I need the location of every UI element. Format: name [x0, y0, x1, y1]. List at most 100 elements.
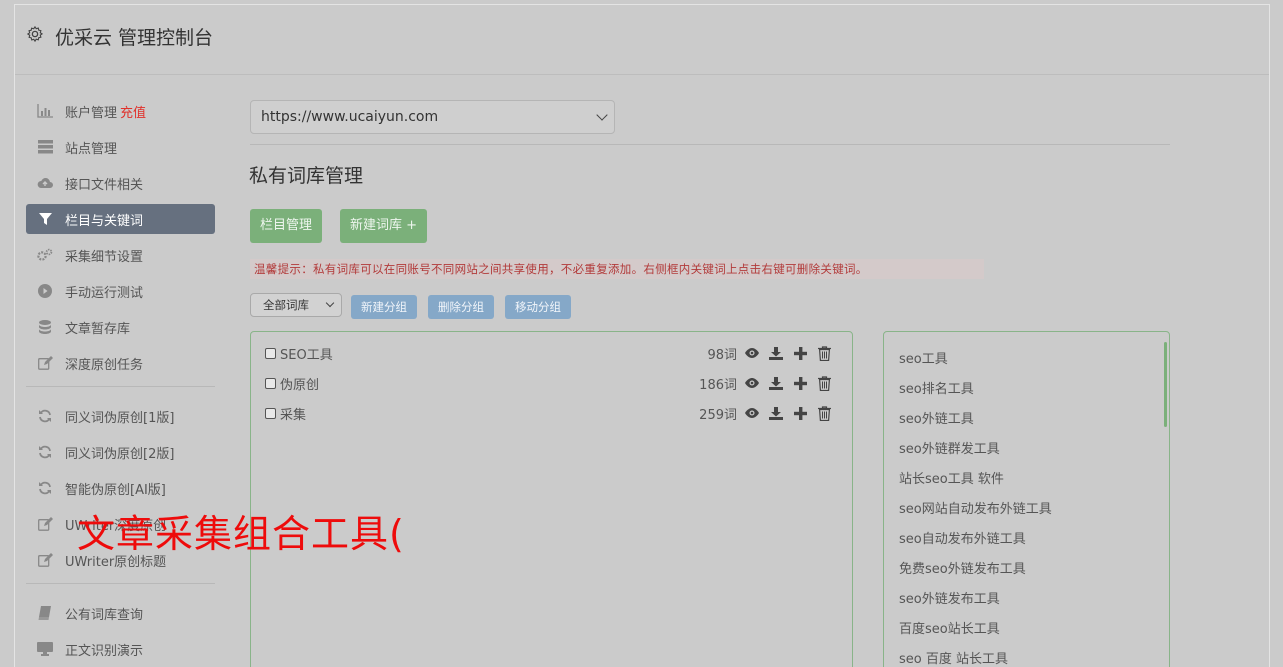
- edit-icon: [37, 516, 53, 532]
- library-name[interactable]: 伪原创: [280, 374, 319, 393]
- keyword-item[interactable]: seo外链群发工具: [899, 438, 1000, 457]
- play-circle-icon: [37, 283, 53, 299]
- keyword-item[interactable]: seo 百度 站长工具: [899, 648, 1008, 667]
- sidebar-item-label: 账户管理: [65, 105, 118, 121]
- new-group-button[interactable]: 新建分组: [351, 295, 417, 319]
- app-title: 优采云 管理控制台: [55, 27, 214, 49]
- keyword-item[interactable]: 站长seo工具 软件: [899, 468, 1004, 487]
- sidebar-item-label: 站点管理: [65, 141, 118, 157]
- trash-icon[interactable]: [816, 375, 832, 391]
- list-item: SEO工具 98词: [265, 341, 840, 365]
- sidebar-item-public-library[interactable]: 公有词库查询: [26, 598, 215, 628]
- filter-icon: [37, 211, 53, 227]
- library-name[interactable]: 采集: [280, 404, 306, 423]
- sidebar-item-deep-original[interactable]: 深度原创任务: [26, 348, 215, 378]
- library-count: 186词: [699, 377, 737, 393]
- download-icon[interactable]: [768, 375, 784, 391]
- download-icon[interactable]: [768, 345, 784, 361]
- book-icon: [37, 605, 53, 621]
- eye-icon[interactable]: [744, 375, 760, 391]
- gear-icon: [26, 25, 44, 43]
- database-icon: [37, 319, 53, 335]
- sidebar-item-columns-keywords[interactable]: 栏目与关键词: [26, 204, 215, 234]
- keyword-item[interactable]: seo网站自动发布外链工具: [899, 498, 1052, 517]
- column-manage-button[interactable]: 栏目管理: [250, 209, 323, 243]
- sidebar-item-sites[interactable]: 站点管理: [26, 132, 215, 162]
- app-header: 优采云 管理控制台: [15, 5, 1269, 75]
- sidebar-item-label: 采集细节设置: [65, 249, 144, 265]
- sidebar-item-collect-settings[interactable]: 采集细节设置: [26, 240, 215, 270]
- sidebar-item-text-recognition[interactable]: 正文识别演示: [26, 634, 215, 664]
- chevron-down-icon: [325, 298, 335, 308]
- group-select-value: 全部词库: [263, 298, 309, 312]
- library-group-select[interactable]: 全部词库: [250, 293, 342, 317]
- download-icon[interactable]: [768, 405, 784, 421]
- library-list-panel: SEO工具 98词 伪原创 186词 采集 259词: [250, 331, 853, 667]
- plus-icon[interactable]: [792, 405, 808, 421]
- bar-chart-icon: [37, 103, 53, 119]
- overlay-caption: 文章采集组合工具(: [77, 512, 405, 556]
- library-count: 98词: [707, 347, 737, 363]
- sidebar-item-article-storage[interactable]: 文章暂存库: [26, 312, 215, 342]
- sidebar-item-label: 文章暂存库: [65, 321, 131, 337]
- edit-icon: [37, 552, 53, 568]
- sidebar: 账户管理 充值 站点管理 接口文件相关 栏目与关键词 采集细节设置 手动运行测试: [26, 96, 215, 667]
- keyword-list-panel[interactable]: seo工具 seo排名工具 seo外链工具 seo外链群发工具 站长seo工具 …: [883, 331, 1170, 667]
- plus-icon[interactable]: [792, 345, 808, 361]
- trash-icon[interactable]: [816, 345, 832, 361]
- keyword-item[interactable]: seo排名工具: [899, 378, 974, 397]
- delete-group-button[interactable]: 删除分组: [428, 295, 494, 319]
- eye-icon[interactable]: [744, 405, 760, 421]
- list-item: 伪原创 186词: [265, 371, 840, 395]
- trash-icon[interactable]: [816, 405, 832, 421]
- library-name[interactable]: SEO工具: [280, 344, 333, 363]
- keyword-item[interactable]: seo外链发布工具: [899, 588, 1000, 607]
- sidebar-item-label: 同义词伪原创[1版]: [65, 410, 175, 426]
- tip-notice: 温馨提示：私有词库可以在同账号不同网站之间共享使用，不必重复添加。右侧框内关键词…: [250, 259, 984, 279]
- server-icon: [37, 139, 53, 155]
- refresh-icon: [37, 480, 53, 496]
- sidebar-item-label: 手动运行测试: [65, 285, 144, 301]
- sidebar-item-account[interactable]: 账户管理 充值: [26, 96, 215, 126]
- scrollbar[interactable]: [1164, 342, 1167, 427]
- keyword-item[interactable]: 百度seo站长工具: [899, 618, 1000, 637]
- keyword-item[interactable]: 免费seo外链发布工具: [899, 558, 1026, 577]
- move-group-button[interactable]: 移动分组: [505, 295, 571, 319]
- sidebar-item-interface-files[interactable]: 接口文件相关: [26, 168, 215, 198]
- eye-icon[interactable]: [744, 345, 760, 361]
- edit-icon: [37, 355, 53, 371]
- site-select-value: https://www.ucaiyun.com: [261, 109, 439, 125]
- sidebar-item-synonym-v2[interactable]: 同义词伪原创[2版]: [26, 437, 215, 467]
- sidebar-divider: [26, 386, 215, 387]
- library-checkbox[interactable]: [265, 347, 276, 359]
- sidebar-item-label: 公有词库查询: [65, 607, 144, 623]
- sidebar-item-label: 接口文件相关: [65, 177, 144, 193]
- refresh-icon: [37, 444, 53, 460]
- library-checkbox[interactable]: [265, 377, 276, 389]
- section-divider: [250, 144, 1170, 145]
- sidebar-item-label: 正文识别演示: [65, 643, 144, 659]
- refresh-icon: [37, 408, 53, 424]
- library-count: 259词: [699, 407, 737, 423]
- cloud-upload-icon: [37, 175, 53, 191]
- keyword-item[interactable]: seo自动发布外链工具: [899, 528, 1026, 547]
- new-library-button[interactable]: 新建词库 +: [340, 209, 428, 243]
- sidebar-item-label: 同义词伪原创[2版]: [65, 446, 175, 462]
- keyword-item[interactable]: seo外链工具: [899, 408, 974, 427]
- site-select[interactable]: https://www.ucaiyun.com: [250, 100, 615, 134]
- desktop-icon: [37, 641, 53, 657]
- plus-icon[interactable]: [792, 375, 808, 391]
- sidebar-item-manual-run[interactable]: 手动运行测试: [26, 276, 215, 306]
- sidebar-item-label: 栏目与关键词: [65, 213, 144, 229]
- sidebar-item-synonym-v1[interactable]: 同义词伪原创[1版]: [26, 401, 215, 431]
- page-title: 私有词库管理: [249, 165, 364, 187]
- keyword-item[interactable]: seo工具: [899, 348, 948, 367]
- sidebar-item-label: 智能伪原创[AI版]: [65, 482, 166, 498]
- recharge-link[interactable]: 充值: [120, 102, 146, 121]
- chevron-down-icon: [596, 109, 608, 121]
- library-checkbox[interactable]: [265, 407, 276, 419]
- list-item: 采集 259词: [265, 401, 840, 425]
- cogs-icon: [37, 247, 53, 263]
- sidebar-divider: [26, 583, 215, 584]
- sidebar-item-ai-rewrite[interactable]: 智能伪原创[AI版]: [26, 473, 215, 503]
